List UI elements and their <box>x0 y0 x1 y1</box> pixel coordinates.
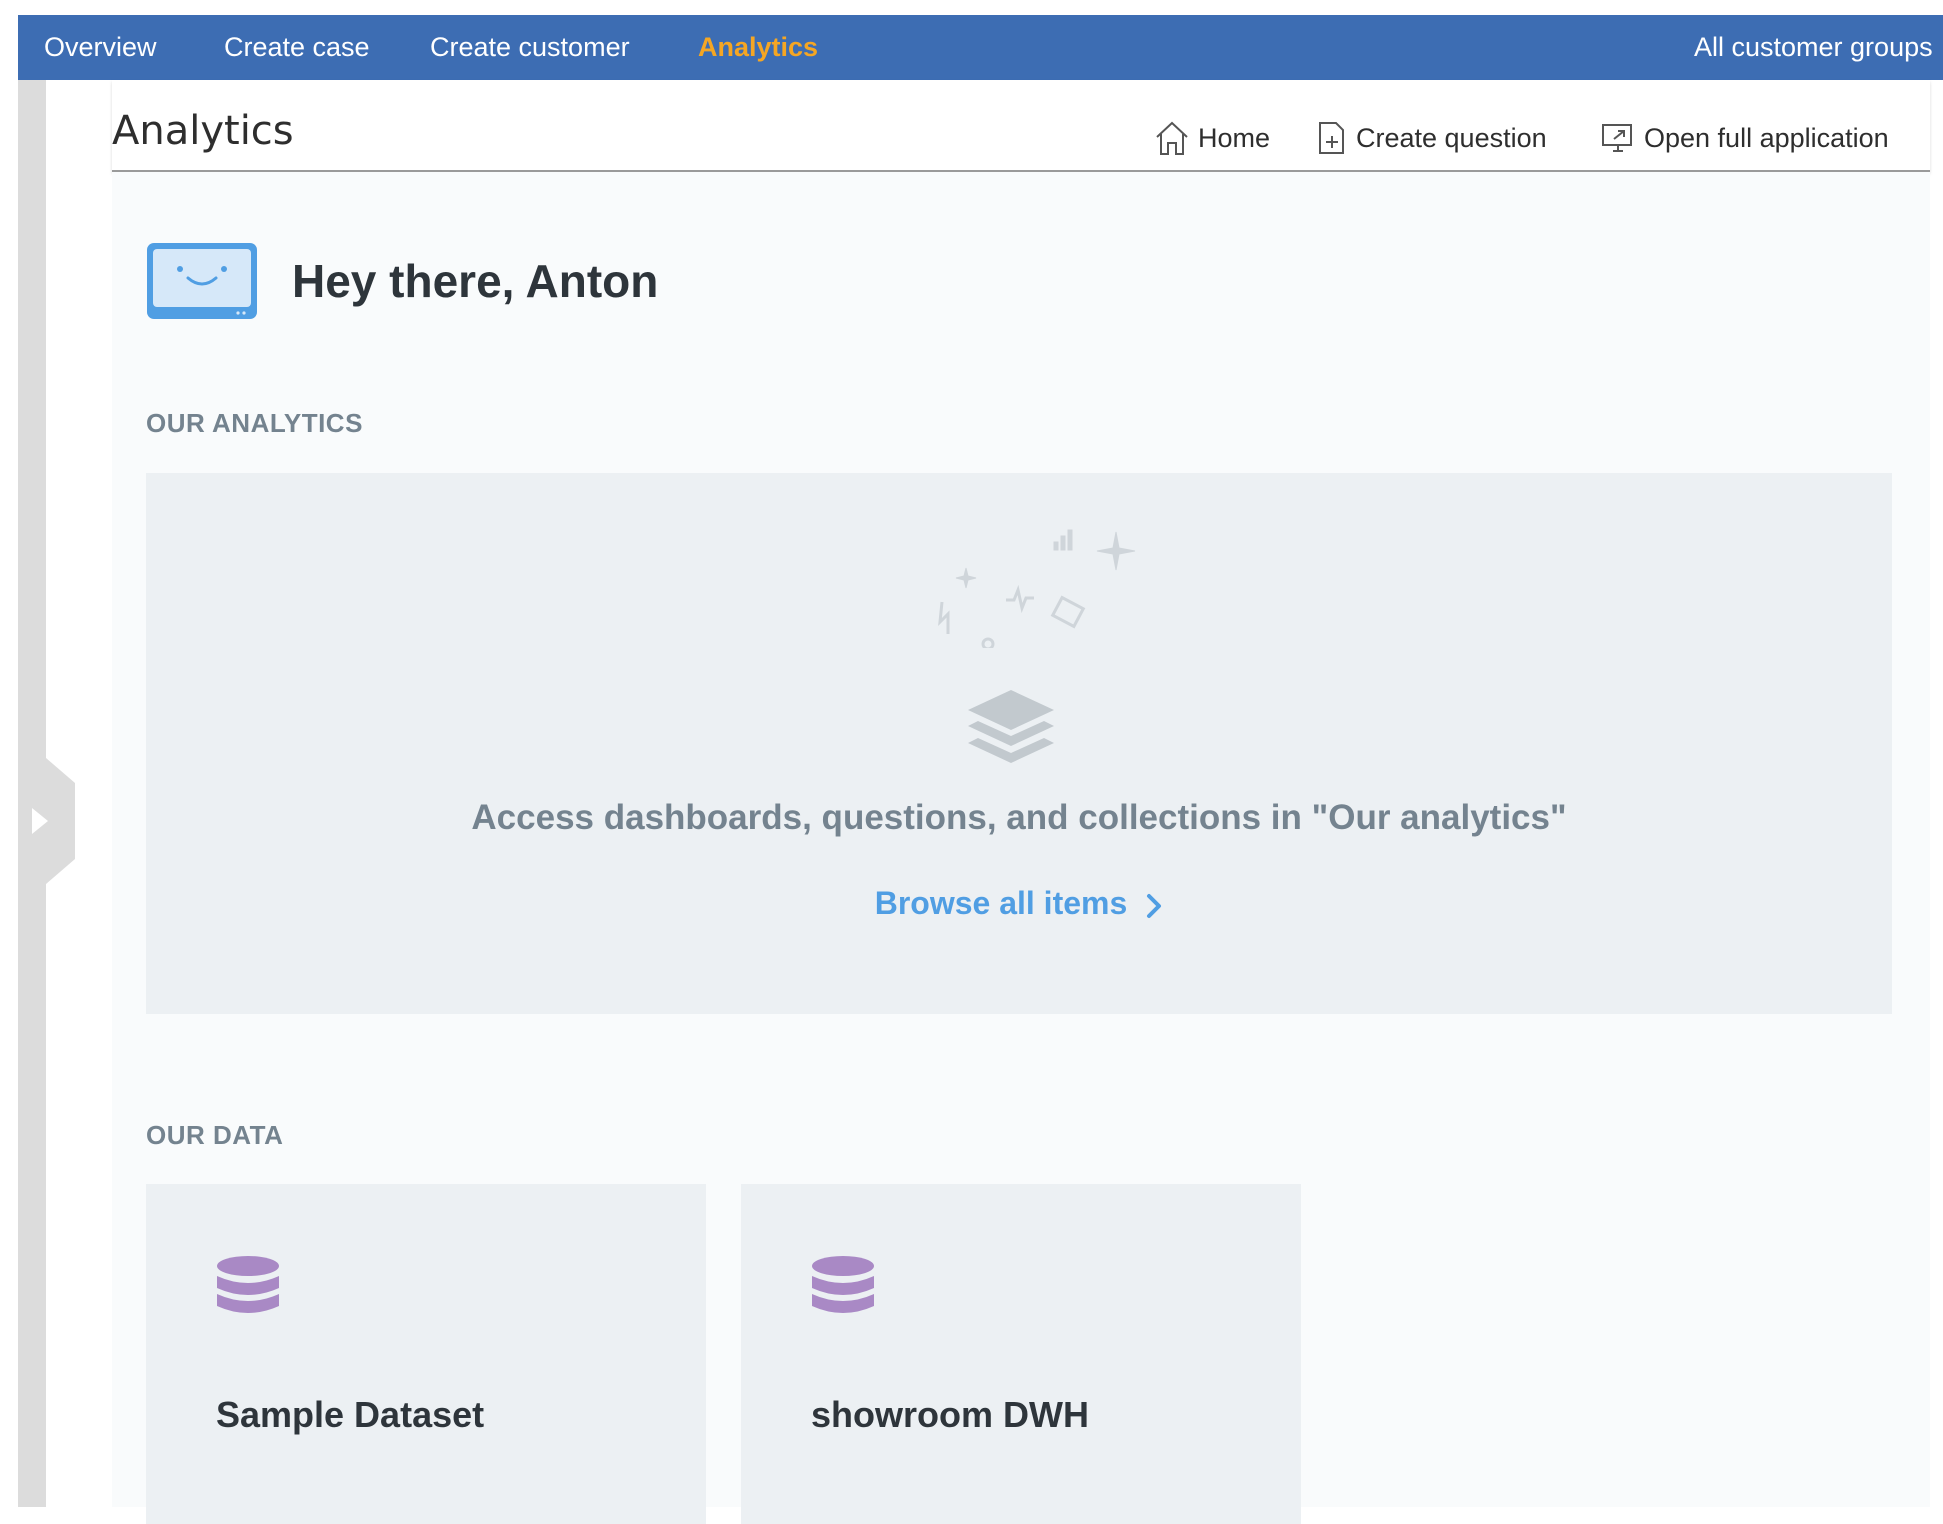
database-icon <box>217 1256 279 1313</box>
customer-groups-selector[interactable]: All customer groups <box>1694 15 1933 80</box>
create-question-label: Create question <box>1356 122 1547 153</box>
database-icon <box>812 1256 874 1313</box>
open-full-application-button[interactable]: Open full application <box>1600 118 1889 158</box>
empty-state-message: Access dashboards, questions, and collec… <box>471 798 1567 837</box>
page-header: Analytics Home Create question Open full… <box>112 80 1930 172</box>
home-button[interactable]: Home <box>1154 118 1270 158</box>
our-analytics-heading: OUR ANALYTICS <box>146 408 363 438</box>
database-card[interactable]: showroom DWH <box>741 1184 1301 1524</box>
nav-analytics[interactable]: Analytics <box>698 15 818 80</box>
create-question-icon <box>1319 122 1344 154</box>
home-icon <box>1156 121 1188 155</box>
home-button-label: Home <box>1198 122 1271 153</box>
empty-state-illustration <box>938 529 1136 648</box>
database-name: showroom DWH <box>811 1394 1089 1435</box>
our-data-heading: OUR DATA <box>146 1120 284 1150</box>
analytics-home: Hey there, Anton OUR ANALYTICS Access da… <box>112 172 1930 1524</box>
open-app-icon <box>1602 124 1632 152</box>
page-title: Analytics <box>112 108 294 154</box>
greeting-heading: Hey there, Anton <box>292 255 659 307</box>
sidebar-expand-toggle[interactable] <box>18 758 75 884</box>
chevron-right-icon <box>1147 893 1162 918</box>
browse-all-items-link[interactable]: Browse all items <box>146 885 1892 922</box>
database-card[interactable]: Sample Dataset <box>146 1184 706 1524</box>
our-analytics-empty-state: Access dashboards, questions, and collec… <box>146 473 1892 1014</box>
nav-overview[interactable]: Overview <box>44 15 157 80</box>
chevron-right-icon <box>18 758 75 884</box>
database-name: Sample Dataset <box>216 1394 485 1435</box>
open-full-application-label: Open full application <box>1644 122 1889 153</box>
top-navigation: Overview Create case Create customer Ana… <box>18 15 1943 80</box>
smiling-monitor-icon <box>147 243 257 319</box>
collection-layers-icon <box>968 690 1054 763</box>
nav-create-customer[interactable]: Create customer <box>430 15 630 80</box>
nav-create-case[interactable]: Create case <box>224 15 370 80</box>
create-question-button[interactable]: Create question <box>1316 118 1547 158</box>
browse-all-items-label: Browse all items <box>874 885 1128 921</box>
